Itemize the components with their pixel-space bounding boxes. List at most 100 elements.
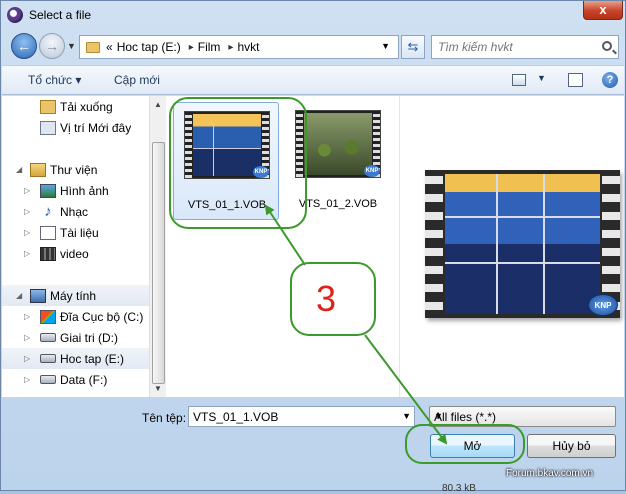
- expand-icon[interactable]: ▷: [24, 333, 30, 342]
- sidebar-item-label: Nhạc: [60, 204, 89, 219]
- sidebar-item-video[interactable]: ▷ video: [2, 243, 149, 264]
- change-view-icon[interactable]: [512, 74, 526, 86]
- expand-icon[interactable]: ▷: [24, 228, 30, 237]
- file-item-vts-01-2[interactable]: KNP VTS_01_2.VOB: [285, 102, 391, 220]
- video-frame: [304, 113, 372, 175]
- select-file-dialog: Select a file x ← → ▼ « Hoc tap (E:) ▸ F…: [0, 0, 626, 494]
- sidebar-item-music[interactable]: ▷ ♪ Nhạc: [2, 201, 149, 222]
- preview-pane: KNP: [399, 96, 624, 397]
- filename-field[interactable]: [189, 407, 394, 427]
- sidebar-item-drive-c[interactable]: ▷ Đĩa Cục bộ (C:): [2, 306, 149, 327]
- sidebar-item-recent-places[interactable]: Vị trí Mới đây: [2, 117, 149, 138]
- sidebar-item-downloads[interactable]: Tải xuống: [2, 96, 149, 117]
- collapse-icon[interactable]: ◢: [16, 291, 22, 300]
- search-box[interactable]: [431, 35, 619, 59]
- organize-menu[interactable]: Tổ chức ▾: [28, 73, 81, 87]
- sidebar-item-label: Hoc tap (E:): [60, 351, 125, 366]
- sidebar-item-pictures[interactable]: ▷ Hình ảnh: [2, 180, 149, 201]
- breadcrumb-item-drive[interactable]: Hoc tap (E:): [117, 40, 181, 54]
- folder-icon: [86, 41, 100, 53]
- breadcrumb-separator-icon[interactable]: ▸: [189, 42, 194, 53]
- drive-icon: [40, 333, 56, 342]
- expand-icon[interactable]: ▷: [24, 312, 30, 321]
- file-name: VTS_01_1.VOB: [187, 199, 267, 211]
- system-drive-icon: [40, 309, 56, 324]
- file-type-dropdown-icon[interactable]: ▼: [434, 411, 611, 421]
- sidebar-item-label: Data (F:): [60, 372, 108, 387]
- search-icon[interactable]: [602, 41, 612, 51]
- file-item-vts-01-1[interactable]: KNP VTS_01_1.VOB: [173, 102, 279, 220]
- scroll-down-icon[interactable]: ▼: [154, 384, 162, 393]
- drive-icon: [40, 375, 56, 384]
- sidebar-item-documents[interactable]: ▷ Tài liệu: [2, 222, 149, 243]
- filename-dropdown-icon[interactable]: ▼: [402, 411, 411, 421]
- file-name: VTS_01_2.VOB: [298, 198, 378, 210]
- view-options-dropdown-icon[interactable]: ▼: [537, 73, 546, 83]
- breadcrumb-item-film[interactable]: Film: [198, 40, 221, 54]
- open-button[interactable]: Mở: [430, 434, 515, 458]
- cancel-button[interactable]: Hủy bỏ: [527, 434, 616, 458]
- breadcrumb-separator-icon[interactable]: ▸: [228, 42, 233, 53]
- knp-logo-icon: KNP: [364, 165, 380, 177]
- music-icon: ♪: [44, 202, 52, 220]
- sidebar-item-label: Vị trí Mới đây: [60, 120, 132, 135]
- video-thumbnail: KNP: [295, 110, 381, 178]
- refresh-icon: ⇆: [407, 39, 419, 54]
- knp-logo-icon: KNP: [588, 294, 618, 316]
- video-icon: [40, 246, 56, 261]
- documents-icon: [40, 225, 56, 240]
- new-folder-button[interactable]: Cập mới: [114, 73, 160, 87]
- scroll-up-icon[interactable]: ▲: [154, 100, 162, 109]
- window-title: Select a file: [29, 8, 92, 22]
- library-icon: [30, 162, 46, 177]
- expand-icon[interactable]: ▷: [24, 375, 30, 384]
- preview-pane-toggle-icon[interactable]: [568, 73, 583, 87]
- preview-thumbnail: KNP: [425, 170, 620, 318]
- sidebar-item-label: Tải xuống: [60, 99, 113, 114]
- filename-combobox[interactable]: ▼: [188, 406, 415, 427]
- sidebar-item-libraries[interactable]: ◢ Thư viện: [2, 159, 149, 180]
- back-button[interactable]: ←: [11, 33, 37, 59]
- sidebar-item-computer[interactable]: ◢ Máy tính: [2, 285, 149, 306]
- scrollbar-thumb[interactable]: [152, 142, 165, 384]
- title-bar: Select a file x: [1, 1, 625, 29]
- navigation-pane: Tải xuống Vị trí Mới đây ◢ Thư viện ▷ Hì…: [2, 96, 149, 397]
- breadcrumb-overflow[interactable]: «: [106, 40, 113, 54]
- preview-frame: [445, 174, 600, 314]
- knp-logo-icon: KNP: [253, 166, 269, 178]
- help-button[interactable]: ?: [602, 72, 618, 88]
- address-bar[interactable]: « Hoc tap (E:) ▸ Film ▸ hvkt ▼: [79, 35, 399, 59]
- refresh-button[interactable]: ⇆: [401, 35, 425, 59]
- expand-icon[interactable]: ▷: [24, 249, 30, 258]
- navigation-pane-scrollbar[interactable]: ▲ ▼: [149, 96, 166, 397]
- sidebar-item-label: Giai tri (D:): [60, 330, 118, 345]
- forward-button[interactable]: →: [39, 33, 65, 59]
- sidebar-item-label: Thư viện: [50, 162, 98, 177]
- expand-icon[interactable]: ▷: [24, 354, 30, 363]
- film-strip-edge: [425, 170, 443, 318]
- command-bar: Tổ chức ▾ Cập mới ▼ ?: [2, 65, 624, 95]
- app-icon: [7, 7, 23, 23]
- background-window-text: 80.3 kB: [442, 483, 476, 494]
- sidebar-item-label: Đĩa Cục bộ (C:): [60, 309, 144, 324]
- sidebar-item-drive-f[interactable]: ▷ Data (F:): [2, 369, 149, 390]
- recent-pages-dropdown-icon[interactable]: ▼: [67, 41, 76, 51]
- pictures-icon: [40, 183, 56, 198]
- expand-icon[interactable]: ▷: [24, 186, 30, 195]
- close-button[interactable]: x: [583, 1, 623, 20]
- sidebar-item-drive-d[interactable]: ▷ Giai tri (D:): [2, 327, 149, 348]
- sidebar-item-drive-e[interactable]: ▷ Hoc tap (E:): [2, 348, 149, 369]
- address-dropdown-icon[interactable]: ▼: [381, 41, 390, 51]
- file-list: KNP VTS_01_1.VOB KNP VTS_01_2.VOB: [167, 96, 399, 397]
- step-number: 3: [316, 278, 337, 319]
- sidebar-item-label: video: [60, 246, 89, 261]
- film-strip-edge: [296, 111, 303, 177]
- search-input[interactable]: [432, 36, 592, 58]
- expand-icon[interactable]: ▷: [24, 207, 30, 216]
- collapse-icon[interactable]: ◢: [16, 165, 22, 174]
- sidebar-item-label: Máy tính: [50, 288, 97, 303]
- sidebar-item-label: Tài liệu: [60, 225, 99, 240]
- breadcrumb-item-hvkt[interactable]: hvkt: [237, 40, 259, 54]
- dialog-footer: Tên tệp: ▼ All files (*.*) ▼ Mở Hủy bỏ F…: [2, 397, 624, 494]
- file-type-select[interactable]: All files (*.*) ▼: [429, 406, 616, 427]
